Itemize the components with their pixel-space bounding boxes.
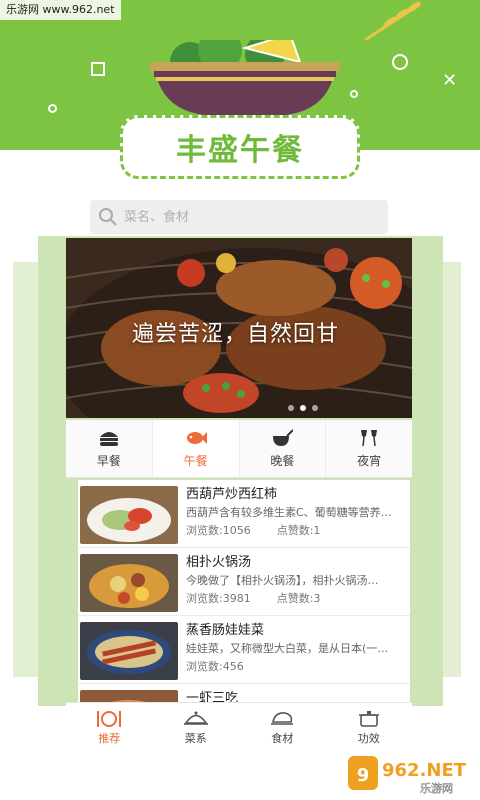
wheat-illustration [364, 1, 421, 40]
like-count: 点赞数:3 [276, 592, 321, 605]
site-watermark-logo: 9 962.NET 乐游网 [348, 756, 467, 795]
deco-x-icon: ✕ [442, 70, 458, 91]
recipe-name: 一虾三吃 [186, 691, 239, 702]
carousel-dot[interactable] [288, 405, 294, 411]
carousel-dot-active[interactable] [300, 405, 306, 411]
svg-text:9: 9 [357, 765, 370, 786]
recipe-thumbnail [80, 690, 178, 702]
recipe-list: 西葫芦炒西红柿 西葫芦含有较多维生素C、葡萄糖等营养… 浏览数:1056 点赞数:… [78, 480, 410, 702]
list-item[interactable]: 相扑火锅汤 今晚做了【相扑火锅汤】，相扑火锅汤… 浏览数:3981 点赞数:3 [78, 548, 410, 616]
nav-effects[interactable]: 功效 [326, 703, 413, 750]
list-item[interactable]: 蒸香肠娃娃菜 娃娃菜，又称微型大白菜，是从日本(一… 浏览数:456 [78, 616, 410, 684]
tab-dinner[interactable]: 晚餐 [240, 420, 327, 477]
recipe-description: 娃娃菜，又称微型大白菜，是从日本(一… [186, 642, 389, 655]
nav-cuisine[interactable]: 菜系 [153, 703, 240, 750]
deco-circle [350, 90, 358, 98]
banner-caption: 遍尝苦涩，自然回甘 [132, 322, 340, 347]
recipe-name: 西葫芦炒西红柿 [186, 487, 278, 502]
recipe-stats: 浏览数:1056 点赞数:1 [186, 522, 404, 540]
recipe-description: 今晚做了【相扑火锅汤】，相扑火锅汤… [186, 574, 379, 587]
tab-breakfast[interactable]: 早餐 [66, 420, 153, 477]
tab-label: 夜宵 [357, 454, 382, 468]
deco-circle [392, 54, 408, 70]
chicken-icon [271, 711, 294, 725]
recipe-thumbnail [80, 622, 178, 680]
bottom-nav: 推荐 菜系 食材 功效 [66, 702, 412, 750]
watermark-brand: 962.NET [382, 760, 467, 781]
view-count: 浏览数:456 [186, 660, 244, 673]
burger-icon [99, 432, 118, 446]
cloche-icon [183, 711, 208, 725]
like-count: 点赞数:1 [276, 524, 321, 537]
watermark-sub: 乐游网 [420, 782, 453, 795]
search-bar[interactable] [90, 200, 388, 234]
tab-label: 早餐 [96, 454, 121, 468]
tab-label: 午餐 [183, 454, 208, 468]
pot-icon [273, 429, 294, 446]
recipe-stats: 浏览数:456 [186, 658, 404, 676]
dining-icon [97, 710, 122, 727]
wine-glasses-icon [361, 430, 378, 447]
recipe-thumbnail [80, 486, 178, 544]
list-item[interactable]: 一虾三吃 [78, 684, 410, 702]
deco-circle [48, 104, 57, 113]
nav-ingredients[interactable]: 食材 [239, 703, 326, 750]
page-title-badge: 丰盛午餐 [120, 115, 360, 179]
recipe-description: 西葫芦含有较多维生素C、葡萄糖等营养… [186, 506, 392, 519]
carousel-dot[interactable] [312, 405, 318, 411]
watermark-top: 乐游网 www.962.net [0, 0, 121, 20]
tab-late-night[interactable]: 夜宵 [326, 420, 412, 477]
deco-square [91, 62, 105, 76]
tab-label: 晚餐 [270, 454, 295, 468]
search-input[interactable] [124, 209, 364, 225]
view-count: 浏览数:1056 [186, 524, 251, 537]
fish-icon [186, 432, 207, 444]
tab-lunch[interactable]: 午餐 [152, 420, 240, 477]
featured-banner[interactable]: 遍尝苦涩，自然回甘 [66, 238, 412, 418]
salad-bowl-illustration [150, 40, 340, 116]
recipe-stats: 浏览数:3981 点赞数:3 [186, 590, 404, 608]
page-title: 丰盛午餐 [176, 133, 304, 168]
list-item[interactable]: 西葫芦炒西红柿 西葫芦含有较多维生素C、葡萄糖等营养… 浏览数:1056 点赞数:… [78, 480, 410, 548]
carousel-dots [288, 405, 318, 411]
stew-pot-icon [358, 710, 379, 727]
recipe-thumbnail [80, 554, 178, 612]
nav-label: 菜系 [184, 731, 207, 745]
view-count: 浏览数:3981 [186, 592, 251, 605]
recipe-name: 相扑火锅汤 [186, 555, 252, 570]
search-icon [99, 208, 117, 226]
nav-label: 功效 [357, 731, 380, 745]
recipe-name: 蒸香肠娃娃菜 [186, 623, 265, 638]
meal-tabs: 早餐 午餐 晚餐 夜宵 [66, 420, 412, 478]
nav-label: 推荐 [98, 731, 121, 745]
nav-recommend[interactable]: 推荐 [66, 703, 153, 750]
nav-label: 食材 [271, 731, 294, 745]
